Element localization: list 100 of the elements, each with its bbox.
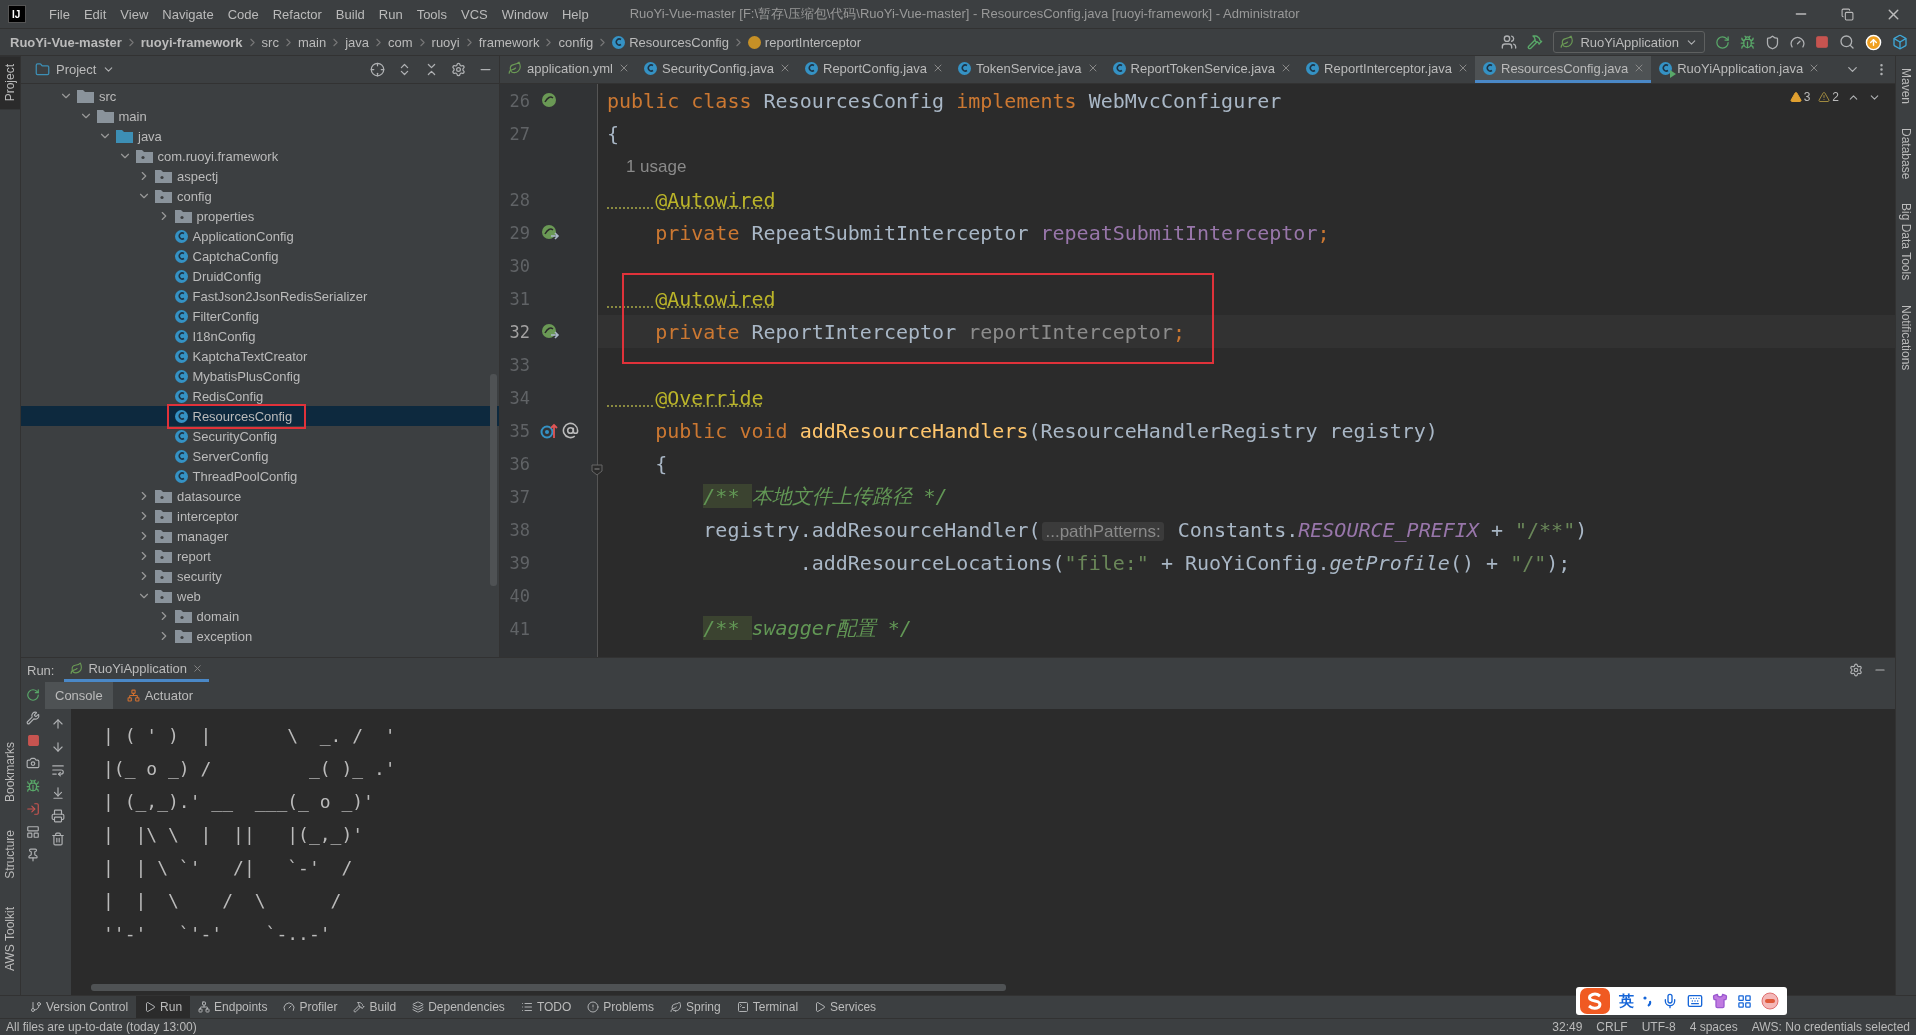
tool-window-tab[interactable]: Endpoints [190, 995, 276, 1019]
camera-icon[interactable] [26, 756, 40, 770]
editor-tab[interactable]: application.yml [500, 56, 636, 83]
tool-window-tab[interactable]: Structure [0, 816, 20, 893]
tree-item[interactable]: SecurityConfig [21, 426, 499, 446]
breadcrumb[interactable]: framework [478, 34, 540, 50]
menu-item[interactable]: Edit [76, 6, 114, 22]
menu-item[interactable]: Run [371, 6, 410, 22]
input-mode-label[interactable]: 英 [1619, 991, 1634, 1011]
breadcrumb[interactable]: main [297, 34, 327, 50]
breadcrumb[interactable]: ResourcesConfig [612, 34, 729, 50]
punctuation-icon[interactable] [1643, 994, 1653, 1008]
editor-tab[interactable]: ResourcesConfig.java [1475, 56, 1652, 83]
menu-item[interactable]: View [113, 6, 156, 22]
tree-item[interactable]: main [21, 106, 499, 126]
search-icon[interactable] [1839, 34, 1855, 50]
tree-item[interactable]: manager [21, 526, 499, 546]
tree-item[interactable]: ServerConfig [21, 446, 499, 466]
menu-item[interactable]: Window [494, 6, 555, 22]
scrollbar[interactable] [490, 374, 497, 586]
menu-item[interactable]: VCS [454, 6, 495, 22]
stop-icon[interactable] [26, 734, 40, 747]
status-item[interactable]: 32:49 [1552, 1020, 1583, 1034]
pin-icon[interactable] [26, 848, 40, 862]
breadcrumb[interactable]: src [261, 34, 279, 50]
tree-item[interactable]: exception [21, 626, 499, 646]
tree-item[interactable]: I18nConfig [21, 326, 499, 346]
tool-window-tab[interactable]: Services [806, 995, 885, 1019]
tool-window-tab[interactable]: Run [136, 995, 191, 1019]
tree-item[interactable]: java [21, 126, 499, 146]
arrow-up-icon[interactable] [51, 717, 65, 731]
tool-window-tab[interactable]: Build [345, 995, 405, 1019]
editor-tab[interactable]: ReportConfig.java [797, 56, 951, 83]
close-icon[interactable] [192, 663, 203, 674]
scrollbar[interactable] [91, 984, 1006, 991]
scroll-to-end-icon[interactable] [51, 786, 65, 800]
tree-item[interactable]: DruidConfig [21, 266, 499, 286]
tool-window-tab[interactable]: AWS Toolkit [0, 892, 20, 985]
menu-item[interactable]: Tools [409, 6, 454, 22]
tool-window-tab[interactable]: Big Data Tools [1896, 191, 1916, 293]
bug-icon[interactable] [26, 779, 40, 793]
tree-item[interactable]: interceptor [21, 506, 499, 526]
run-configuration-dropdown[interactable]: RuoYiApplication [1553, 31, 1705, 53]
grid-icon[interactable] [1737, 993, 1752, 1009]
menu-item[interactable]: Code [220, 6, 266, 22]
trash-icon[interactable] [51, 832, 65, 846]
tree-item[interactable]: config [21, 186, 499, 206]
tool-window-tab[interactable]: Maven [1896, 56, 1916, 117]
breadcrumb[interactable]: ruoyi [431, 34, 460, 50]
tool-window-tab[interactable]: Problems [579, 995, 662, 1019]
tree-item[interactable]: web [21, 586, 499, 606]
keyboard-icon[interactable] [1687, 993, 1703, 1009]
menu-item[interactable]: File [42, 6, 77, 22]
update-icon[interactable] [1865, 33, 1882, 51]
layout-icon[interactable] [26, 825, 40, 839]
stop-icon[interactable] [1815, 35, 1829, 49]
shirt-icon[interactable] [1712, 993, 1728, 1009]
menu-item[interactable]: Help [554, 6, 596, 22]
tree-item[interactable]: security [21, 566, 499, 586]
microphone-icon[interactable] [1662, 993, 1678, 1009]
tree-item[interactable]: src [21, 86, 499, 106]
tool-window-tab[interactable]: Version Control [22, 995, 137, 1019]
tree-item[interactable]: KaptchaTextCreator [21, 346, 499, 366]
editor-tab[interactable]: TokenService.java [950, 56, 1105, 83]
tool-window-tab[interactable]: Project [0, 56, 20, 110]
editor-tab[interactable]: ReportInterceptor.java [1298, 56, 1475, 83]
usage-hint[interactable]: 1 usage [607, 156, 687, 177]
at-sign-icon[interactable] [562, 422, 579, 439]
tree-item[interactable]: ApplicationConfig [21, 226, 499, 246]
tree-item[interactable]: com.ruoyi.framework [21, 146, 499, 166]
tree-item[interactable]: FastJson2JsonRedisSerializer [21, 286, 499, 306]
console-tab[interactable]: Actuator [116, 682, 204, 709]
tree-item[interactable]: datasource [21, 486, 499, 506]
arrow-down-icon[interactable] [51, 740, 65, 754]
tree-item[interactable]: properties [21, 206, 499, 226]
status-item[interactable]: 4 spaces [1689, 1020, 1738, 1034]
tree-item[interactable]: report [21, 546, 499, 566]
inspection-count[interactable]: 2 [1818, 90, 1839, 104]
breadcrumb[interactable]: java [345, 34, 369, 50]
plugin-icon[interactable] [1892, 34, 1908, 50]
status-item[interactable]: CRLF [1596, 1020, 1628, 1034]
tree-item[interactable]: RedisConfig [21, 386, 499, 406]
exit-icon[interactable] [26, 802, 40, 816]
breadcrumb[interactable]: reportInterceptor [747, 34, 861, 50]
status-item[interactable]: UTF-8 [1641, 1020, 1676, 1034]
tool-window-tab[interactable]: Terminal [728, 995, 807, 1019]
menu-item[interactable]: Refactor [265, 6, 329, 22]
inspection-count[interactable]: 3 [1789, 90, 1811, 104]
shield-icon[interactable] [1765, 34, 1780, 50]
menu-item[interactable]: Build [328, 6, 372, 22]
breadcrumb[interactable]: RuoYi-Vue-master [10, 34, 122, 50]
close-icon[interactable] [618, 62, 630, 74]
user-icon[interactable] [1501, 34, 1518, 50]
tree-item[interactable]: CaptchaConfig [21, 246, 499, 266]
project-view-dropdown[interactable]: Project [29, 61, 122, 78]
console-tab[interactable]: Console [45, 682, 113, 709]
fold-icon[interactable] [591, 463, 603, 476]
tool-window-tab[interactable]: TODO [512, 995, 580, 1019]
settings-icon[interactable] [451, 62, 466, 77]
breadcrumb[interactable]: ruoyi-framework [140, 34, 243, 50]
